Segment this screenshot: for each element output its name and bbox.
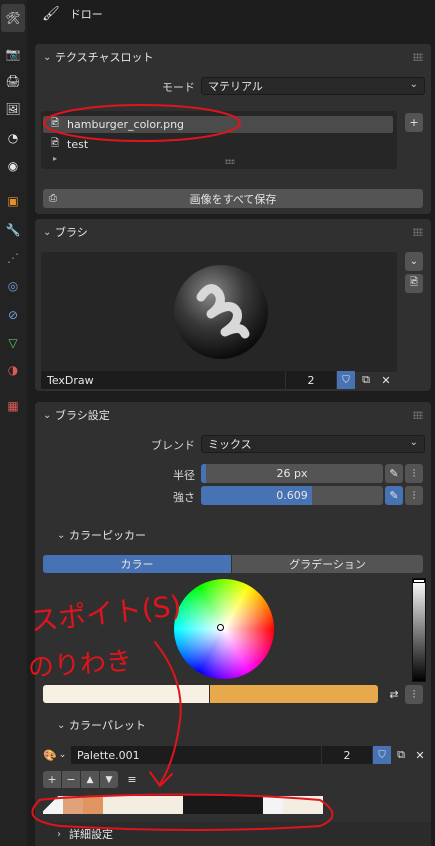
red-annotation-overlay: [31, 104, 334, 831]
annotation-circle-palette: [31, 793, 334, 831]
annotation-arrow-head: [149, 771, 173, 787]
annotation-arrow-line: [154, 641, 182, 785]
annotation-text-notes: のりわき: [27, 646, 133, 684]
annotation-circle-texture: [43, 104, 241, 142]
